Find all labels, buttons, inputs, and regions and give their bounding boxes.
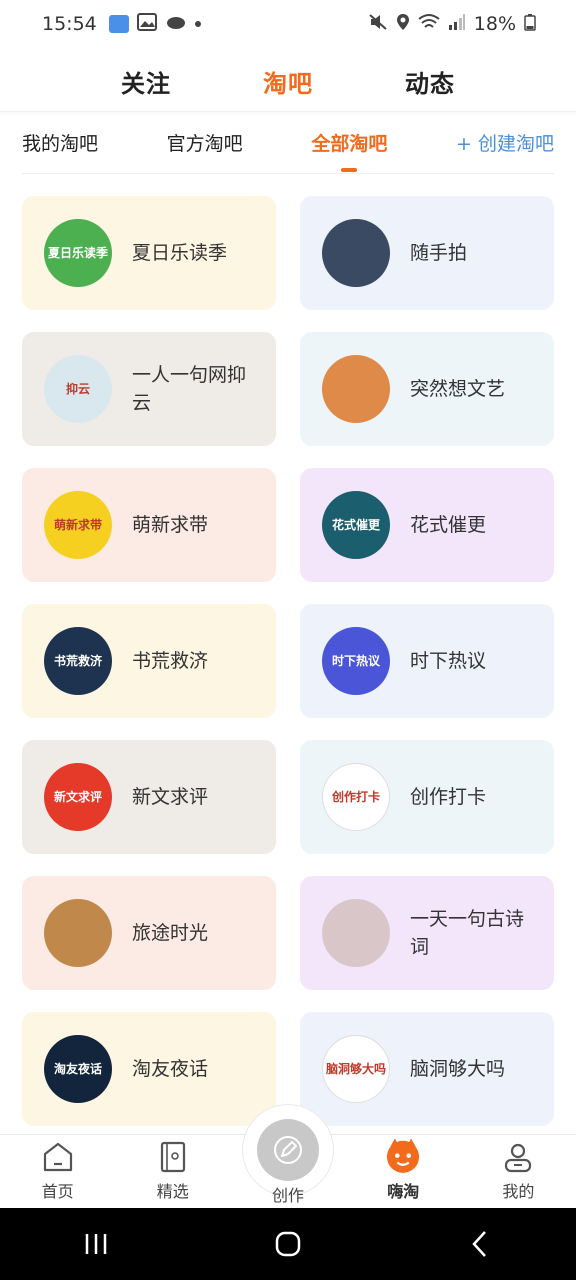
location-icon	[396, 13, 410, 36]
gallery-icon	[136, 12, 157, 36]
taoba-card-label: 突然想文艺	[410, 378, 506, 400]
taoba-card-label: 创作打卡	[410, 786, 487, 808]
nav-mine[interactable]: 我的	[461, 1135, 576, 1208]
taoba-card[interactable]: 时下热议 时下热议	[300, 604, 554, 718]
taoba-card-label: 旅途时光	[132, 922, 209, 944]
taoba-avatar: 脑洞够大吗	[322, 1035, 390, 1103]
status-time: 15:54	[42, 13, 97, 35]
taoba-grid: 夏日乐读季 夏日乐读季 随手拍 抑云 一人一句网抑云 突然想文艺 萌新求带 萌新求带 花式催更花…	[22, 196, 554, 1126]
calendar-app-icon	[108, 15, 129, 33]
taoba-avatar: 创作打卡	[322, 763, 390, 831]
taoba-avatar-text: 花式催更	[331, 518, 380, 532]
tab-taoba[interactable]: 淘吧	[263, 64, 313, 99]
taoba-avatar: 抑云	[44, 355, 112, 423]
taoba-avatar	[322, 355, 390, 423]
create-label: 创作	[271, 1186, 304, 1205]
taoba-avatar-text: 夏日乐读季	[47, 246, 108, 260]
taoba-avatar-text: 萌新求带	[53, 518, 102, 532]
taoba-avatar-text: 创作打卡	[331, 790, 380, 804]
taoba-card[interactable]: 夏日乐读季 夏日乐读季	[22, 196, 276, 310]
taoba-card[interactable]: 花式催更 花式催更	[300, 468, 554, 582]
battery-icon	[524, 13, 536, 36]
top-tab-bar: 关注 淘吧 动态	[0, 52, 576, 112]
taoba-card[interactable]: 突然想文艺	[300, 332, 554, 446]
taoba-card[interactable]: 抑云 一人一句网抑云	[22, 332, 276, 446]
taoba-card-label: 淘友夜话	[132, 1058, 209, 1080]
home-icon	[43, 1142, 72, 1172]
taoba-card-label: 花式催更	[410, 514, 487, 536]
taoba-card-label: 时下热议	[410, 650, 487, 672]
tab-dynamic[interactable]: 动态	[405, 64, 455, 99]
taoba-avatar: 花式催更	[322, 491, 390, 559]
tab-follow[interactable]: 关注	[121, 64, 171, 99]
taoba-card[interactable]: 随手拍	[300, 196, 554, 310]
taoba-card[interactable]: 淘友夜话 淘友夜话	[22, 1012, 276, 1126]
taoba-avatar-text: 新文求评	[53, 790, 102, 804]
taoba-card[interactable]: 书荒救济 书荒救济	[22, 604, 276, 718]
notification-dot-icon	[194, 21, 201, 27]
book-icon	[160, 1141, 185, 1173]
pen-icon	[274, 1136, 302, 1164]
status-bar: 15:54 18%	[0, 0, 576, 48]
taoba-card-label: 一天一句古诗词	[410, 908, 525, 958]
taoba-card-label: 一人一句网抑云	[132, 364, 247, 414]
home-button-icon[interactable]	[273, 1229, 303, 1259]
nav-featured-label: 精选	[156, 1182, 189, 1201]
tab-official-taoba[interactable]: 官方淘吧	[167, 118, 243, 174]
taoba-avatar-text: 淘友夜话	[53, 1062, 102, 1076]
nav-haitao[interactable]: 嗨淘	[346, 1135, 461, 1208]
taoba-avatar: 书荒救济	[44, 627, 112, 695]
taoba-card[interactable]: 创作打卡 创作打卡	[300, 740, 554, 854]
recent-apps-icon[interactable]	[81, 1231, 111, 1257]
taoba-card-label: 新文求评	[132, 786, 209, 808]
nav-mine-label: 我的	[502, 1182, 535, 1201]
sub-tab-bar: 我的淘吧 官方淘吧 全部淘吧 + 创建淘吧	[22, 118, 554, 174]
nav-home-label: 首页	[41, 1182, 74, 1201]
tab-my-taoba[interactable]: 我的淘吧	[22, 118, 98, 174]
taoba-card-label: 脑洞够大吗	[410, 1058, 506, 1080]
taoba-avatar	[322, 219, 390, 287]
taoba-avatar: 夏日乐读季	[44, 219, 112, 287]
taoba-avatar-text: 脑洞够大吗	[325, 1062, 386, 1076]
taoba-avatar	[322, 899, 390, 967]
nav-home[interactable]: 首页	[0, 1135, 115, 1208]
taoba-avatar: 新文求评	[44, 763, 112, 831]
taoba-card[interactable]: 脑洞够大吗 脑洞够大吗	[300, 1012, 554, 1126]
mascot-icon	[387, 1138, 420, 1173]
taoba-card[interactable]: 萌新求带 萌新求带	[22, 468, 276, 582]
taoba-avatar: 淘友夜话	[44, 1035, 112, 1103]
nav-haitao-label: 嗨淘	[387, 1182, 420, 1201]
taoba-card[interactable]: 新文求评 新文求评	[22, 740, 276, 854]
taoba-avatar	[44, 899, 112, 967]
system-nav-bar	[0, 1208, 576, 1280]
cloud-app-icon	[165, 13, 187, 36]
nav-featured[interactable]: 精选	[115, 1135, 230, 1208]
taoba-avatar-text: 书荒救济	[53, 654, 102, 668]
taoba-card-label: 随手拍	[410, 242, 468, 264]
taoba-card-label: 夏日乐读季	[132, 242, 228, 264]
taoba-avatar-text: 时下热议	[331, 654, 380, 668]
taoba-card-label: 萌新求带	[132, 514, 209, 536]
tab-all-taoba[interactable]: 全部淘吧	[311, 118, 387, 174]
taoba-avatar-text: 抑云	[65, 382, 90, 396]
back-icon[interactable]	[465, 1229, 495, 1259]
mute-icon	[368, 13, 388, 36]
taoba-card[interactable]: 旅途时光	[22, 876, 276, 990]
signal-icon	[448, 13, 466, 36]
wifi-icon	[418, 13, 440, 36]
create-taoba-link[interactable]: + 创建淘吧	[456, 118, 554, 174]
taoba-card-label: 书荒救济	[132, 650, 209, 672]
profile-icon	[505, 1143, 532, 1173]
taoba-card[interactable]: 一天一句古诗词	[300, 876, 554, 990]
taoba-avatar: 萌新求带	[44, 491, 112, 559]
taoba-avatar: 时下热议	[322, 627, 390, 695]
battery-percent: 18%	[473, 13, 516, 35]
